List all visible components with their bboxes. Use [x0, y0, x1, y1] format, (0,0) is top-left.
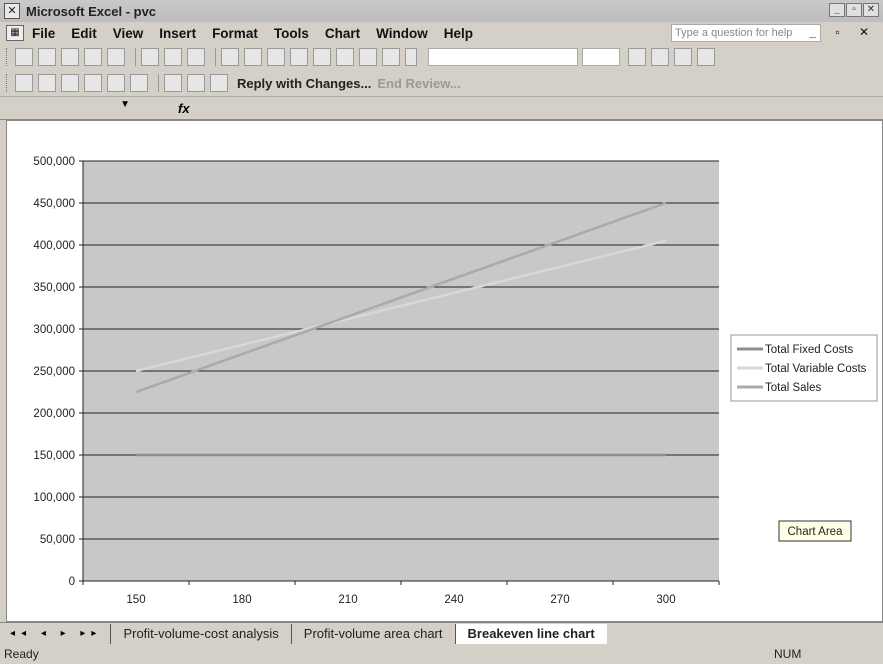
y-tick-label: 200,000 [33, 408, 75, 420]
review-icon[interactable] [61, 74, 79, 92]
help-icon[interactable] [382, 48, 400, 66]
y-tick-label: 50,000 [40, 534, 75, 546]
print-icon[interactable] [141, 48, 159, 66]
tab-profit-volume-cost-analysis[interactable]: Profit-volume-cost analysis [110, 623, 290, 644]
document-window-controls[interactable]: _ ▫ ✕ [809, 25, 877, 39]
x-tick-label: 240 [444, 594, 463, 606]
x-tick-label: 180 [232, 594, 251, 606]
close-button[interactable]: ✕ [863, 3, 879, 17]
status-bar: Ready NUM [0, 644, 883, 664]
toolbar-options-icon[interactable] [405, 48, 417, 66]
open-icon[interactable] [38, 48, 56, 66]
menu-window[interactable]: Window [376, 26, 428, 41]
tab-breakeven-line-chart[interactable]: Breakeven line chart [454, 623, 607, 644]
menu-format[interactable]: Format [212, 26, 258, 41]
tab-scroll-icon[interactable]: ◂◂ ◂ ▸ ▸▸ [10, 628, 102, 639]
y-tick-label: 100,000 [33, 492, 75, 504]
menu-edit[interactable]: Edit [71, 26, 97, 41]
review-icon[interactable] [84, 74, 102, 92]
y-tick-label: 150,000 [33, 450, 75, 462]
excel-window: ✕ Microsoft Excel - pvc _ ▫ ✕ ▦ File Edi… [0, 0, 883, 664]
title-bar: ✕ Microsoft Excel - pvc _ ▫ ✕ [0, 0, 883, 22]
save-icon[interactable] [61, 48, 79, 66]
sheet-tabs-bar: ◂◂ ◂ ▸ ▸▸ Profit-volume-cost analysis Pr… [0, 622, 883, 644]
review-icon[interactable] [15, 74, 33, 92]
document-icon[interactable]: ▦ [6, 25, 24, 41]
menu-insert[interactable]: Insert [159, 26, 196, 41]
toolbar-grip[interactable] [6, 74, 9, 92]
chart-wizard-icon[interactable] [359, 48, 377, 66]
ask-question-input[interactable]: Type a question for help [671, 24, 821, 42]
new-icon[interactable] [15, 48, 33, 66]
align-icon[interactable] [628, 48, 646, 66]
toolbar-grip[interactable] [6, 48, 9, 66]
legend-label: Total Fixed Costs [765, 344, 853, 356]
y-tick-label: 250,000 [33, 366, 75, 378]
research-icon[interactable] [107, 48, 125, 66]
menu-tools[interactable]: Tools [274, 26, 309, 41]
font-size-dropdown[interactable] [582, 48, 620, 66]
restore-button[interactable]: ▫ [846, 3, 862, 17]
spelling-icon[interactable] [187, 48, 205, 66]
autosum-icon[interactable] [313, 48, 331, 66]
review-icon[interactable] [164, 74, 182, 92]
legend[interactable]: Total Fixed Costs Total Variable Costs Tot… [730, 334, 878, 402]
sort-ascending-icon[interactable] [336, 48, 354, 66]
review-icon[interactable] [210, 74, 228, 92]
font-color-icon[interactable] [697, 48, 715, 66]
excel-app-icon: ✕ [4, 3, 20, 19]
print-preview-icon[interactable] [164, 48, 182, 66]
menu-chart[interactable]: Chart [325, 26, 360, 41]
window-controls: _ ▫ ✕ [829, 3, 879, 17]
reviewing-toolbar: Reply with Changes... End Review... [0, 70, 883, 96]
tab-profit-volume-area-chart[interactable]: Profit-volume area chart [290, 623, 455, 644]
y-tick-label: 0 [69, 576, 75, 588]
minimize-button[interactable]: _ [829, 3, 845, 17]
menu-bar: ▦ File Edit View Insert Format Tools Cha… [0, 22, 883, 44]
review-icon[interactable] [187, 74, 205, 92]
review-icon[interactable] [38, 74, 56, 92]
formula-bar: ▼ fx [0, 96, 883, 120]
format-painter-icon[interactable] [244, 48, 262, 66]
chart-sheet[interactable]: 0 50,000 100,000 150,000 200,000 250,000 300,0… [6, 120, 883, 622]
x-tick-label: 300 [656, 594, 675, 606]
window-title: Microsoft Excel - pvc [26, 3, 157, 19]
toolbar-separator [158, 74, 159, 92]
y-tick-label: 350,000 [33, 282, 75, 294]
breakeven-line-chart[interactable]: 0 50,000 100,000 150,000 200,000 250,000 300,0… [7, 121, 882, 621]
status-ready: Ready [4, 647, 39, 661]
toolbar-separator [135, 48, 136, 66]
y-tick-label: 450,000 [33, 198, 75, 210]
chart-area-tooltip-text: Chart Area [788, 526, 844, 538]
y-tick-label: 500,000 [33, 156, 75, 168]
chart-objects-dropdown[interactable] [428, 48, 578, 66]
copy-icon[interactable] [221, 48, 239, 66]
x-tick-label: 270 [550, 594, 569, 606]
fill-color-icon[interactable] [674, 48, 692, 66]
hyperlink-icon[interactable] [290, 48, 308, 66]
review-icon[interactable] [130, 74, 148, 92]
x-tick-label: 210 [338, 594, 357, 606]
menu-file[interactable]: File [32, 26, 55, 41]
permission-icon[interactable] [84, 48, 102, 66]
end-review-button[interactable]: End Review... [377, 76, 460, 91]
legend-label: Total Sales [765, 382, 822, 394]
review-icon[interactable] [107, 74, 125, 92]
indent-icon[interactable] [651, 48, 669, 66]
y-tick-label: 300,000 [33, 324, 75, 336]
standard-toolbar [0, 44, 883, 70]
x-tick-label: 150 [126, 594, 145, 606]
y-tick-label: 400,000 [33, 240, 75, 252]
fx-icon[interactable]: fx [178, 101, 190, 116]
menu-help[interactable]: Help [444, 26, 473, 41]
legend-label: Total Variable Costs [765, 363, 867, 375]
reply-with-changes-button[interactable]: Reply with Changes... [237, 76, 371, 91]
chart-area-tooltip: Chart Area [778, 520, 852, 542]
undo-icon[interactable] [267, 48, 285, 66]
name-box[interactable]: ▼ [4, 99, 134, 117]
status-num: NUM [774, 647, 802, 661]
menu-view[interactable]: View [113, 26, 144, 41]
toolbar-separator [215, 48, 216, 66]
